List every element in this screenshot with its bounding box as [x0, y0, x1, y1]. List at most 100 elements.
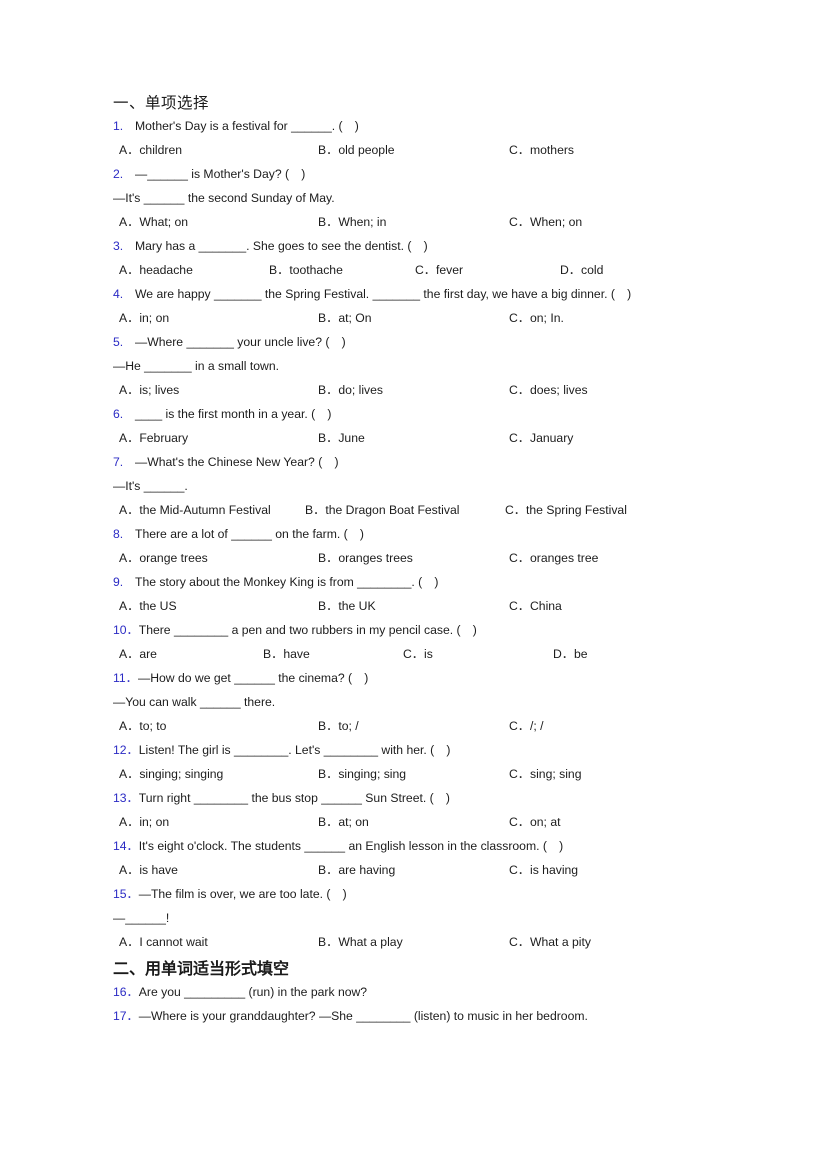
option-4-b[interactable]: B．at; On	[318, 306, 372, 330]
question-line-8: 8. There are a lot of ______ on the farm.…	[113, 522, 813, 546]
question-text-11: —How do we get ______ the cinema? ( )	[138, 671, 369, 685]
question-text-12: Listen! The girl is ________. Let's ____…	[138, 743, 451, 757]
question-line-5: 5. —Where _______ your uncle live? ( )	[113, 330, 813, 354]
question-number-4: 4.	[113, 287, 124, 301]
option-15-c[interactable]: C．What a pity	[509, 930, 591, 954]
option-4-a[interactable]: A．in; on	[119, 306, 169, 330]
question-line-13: 13．Turn right ________ the bus stop ____…	[113, 786, 813, 810]
question-number-17: 17．	[113, 1009, 139, 1023]
option-7-b[interactable]: B．the Dragon Boat Festival	[305, 498, 459, 522]
question-number-6: 6.	[113, 407, 124, 421]
option-14-a[interactable]: A．is have	[119, 858, 178, 882]
question-number-1: 1.	[113, 119, 124, 133]
option-10-c[interactable]: C．is	[403, 642, 433, 666]
option-5-a[interactable]: A．is; lives	[119, 378, 179, 402]
question-number-5: 5.	[113, 335, 124, 349]
option-7-c[interactable]: C．the Spring Festival	[505, 498, 627, 522]
option-3-d[interactable]: D．cold	[560, 258, 603, 282]
document-content: 一、单项选择 1. Mother's Day is a festival for …	[113, 93, 813, 1028]
question-line-9: 9. The story about the Monkey King is fro…	[113, 570, 813, 594]
option-1-a[interactable]: A．children	[119, 138, 182, 162]
option-11-c[interactable]: C．/; /	[509, 714, 544, 738]
option-7-a[interactable]: A．the Mid-Autumn Festival	[119, 498, 271, 522]
option-1-c[interactable]: C．mothers	[509, 138, 574, 162]
option-2-a[interactable]: A．What; on	[119, 210, 188, 234]
question-text-8: There are a lot of ______ on the farm. (…	[135, 527, 364, 541]
option-6-a[interactable]: A．February	[119, 426, 188, 450]
options-row-2: A．What; on B．When; in C．When; on	[113, 210, 813, 234]
question-line-11: 11．—How do we get ______ the cinema? ( )	[113, 666, 813, 690]
options-row-8: A．orange trees B．oranges trees C．oranges…	[113, 546, 813, 570]
options-row-11: A．to; to B．to; / C．/; /	[113, 714, 813, 738]
option-9-c[interactable]: C．China	[509, 594, 562, 618]
document-page: 一、单项选择 1. Mother's Day is a festival for …	[0, 0, 826, 1169]
option-10-a[interactable]: A．are	[119, 642, 157, 666]
option-6-b[interactable]: B．June	[318, 426, 365, 450]
option-10-b[interactable]: B．have	[263, 642, 310, 666]
question-line-10: 10．There ________ a pen and two rubbers …	[113, 618, 813, 642]
option-4-c[interactable]: C．on; In.	[509, 306, 564, 330]
question-text-9: The story about the Monkey King is from …	[135, 575, 439, 589]
question-number-14: 14．	[113, 839, 139, 853]
question-text-2: —______ is Mother's Day? ( )	[135, 167, 306, 181]
option-15-b[interactable]: B．What a play	[318, 930, 403, 954]
option-12-c[interactable]: C．sing; sing	[509, 762, 581, 786]
question-line-1: 1. Mother's Day is a festival for ______.…	[113, 114, 813, 138]
question-number-10: 10．	[113, 623, 139, 637]
question-number-11: 11．	[113, 671, 138, 685]
option-13-a[interactable]: A．in; on	[119, 810, 169, 834]
question-number-7: 7.	[113, 455, 124, 469]
option-11-a[interactable]: A．to; to	[119, 714, 166, 738]
question-text-14: It's eight o'clock. The students ______ …	[138, 839, 564, 853]
question-number-16: 16．	[113, 985, 139, 999]
option-9-b[interactable]: B．the UK	[318, 594, 376, 618]
option-13-b[interactable]: B．at; on	[318, 810, 369, 834]
question-text-13: Turn right ________ the bus stop ______ …	[138, 791, 450, 805]
option-2-c[interactable]: C．When; on	[509, 210, 582, 234]
option-3-b[interactable]: B．toothache	[269, 258, 343, 282]
question-cont-5: —He _______ in a small town.	[113, 359, 279, 373]
option-12-b[interactable]: B．singing; sing	[318, 762, 406, 786]
question-number-15: 15．	[113, 887, 139, 901]
option-14-c[interactable]: C．is having	[509, 858, 578, 882]
option-11-b[interactable]: B．to; /	[318, 714, 359, 738]
option-8-a[interactable]: A．orange trees	[119, 546, 208, 570]
option-8-c[interactable]: C．oranges tree	[509, 546, 598, 570]
options-row-9: A．the US B．the UK C．China	[113, 594, 813, 618]
question-line-7: 7. —What's the Chinese New Year? ( )	[113, 450, 813, 474]
option-9-a[interactable]: A．the US	[119, 594, 177, 618]
question-line-16: 16．Are you _________ (run) in the park n…	[113, 980, 813, 1004]
option-10-d[interactable]: D．be	[553, 642, 588, 666]
options-row-15: A．I cannot wait B．What a play C．What a p…	[113, 930, 813, 954]
question-text-4: We are happy _______ the Spring Festival…	[135, 287, 632, 301]
option-12-a[interactable]: A．singing; singing	[119, 762, 223, 786]
question-number-12: 12．	[113, 743, 139, 757]
question-line-3: 3. Mary has a _______. She goes to see th…	[113, 234, 813, 258]
question-text-3: Mary has a _______. She goes to see the …	[135, 239, 428, 253]
section-heading-1: 一、单项选择	[113, 94, 210, 112]
option-2-b[interactable]: B．When; in	[318, 210, 386, 234]
option-5-c[interactable]: C．does; lives	[509, 378, 588, 402]
question-cont-7: —It's ______.	[113, 479, 188, 493]
options-row-12: A．singing; singing B．singing; sing C．sin…	[113, 762, 813, 786]
options-row-14: A．is have B．are having C．is having	[113, 858, 813, 882]
option-6-c[interactable]: C．January	[509, 426, 573, 450]
option-13-c[interactable]: C．on; at	[509, 810, 560, 834]
options-row-10: A．are B．have C．is D．be	[113, 642, 813, 666]
question-text-6: ____ is the first month in a year. ( )	[135, 407, 332, 421]
option-5-b[interactable]: B．do; lives	[318, 378, 383, 402]
option-3-c[interactable]: C．fever	[415, 258, 463, 282]
question-text-7: —What's the Chinese New Year? ( )	[135, 455, 339, 469]
options-row-4: A．in; on B．at; On C．on; In.	[113, 306, 813, 330]
option-8-b[interactable]: B．oranges trees	[318, 546, 413, 570]
question-line-4: 4. We are happy _______ the Spring Festiv…	[113, 282, 813, 306]
option-3-a[interactable]: A．headache	[119, 258, 193, 282]
option-14-b[interactable]: B．are having	[318, 858, 395, 882]
option-1-b[interactable]: B．old people	[318, 138, 395, 162]
options-row-13: A．in; on B．at; on C．on; at	[113, 810, 813, 834]
question-line-6: 6. ____ is the first month in a year. ( )	[113, 402, 813, 426]
question-text-10: There ________ a pen and two rubbers in …	[138, 623, 477, 637]
option-15-a[interactable]: A．I cannot wait	[119, 930, 208, 954]
question-text-1: Mother's Day is a festival for ______. (…	[135, 119, 359, 133]
options-row-7: A．the Mid-Autumn Festival B．the Dragon B…	[113, 498, 813, 522]
